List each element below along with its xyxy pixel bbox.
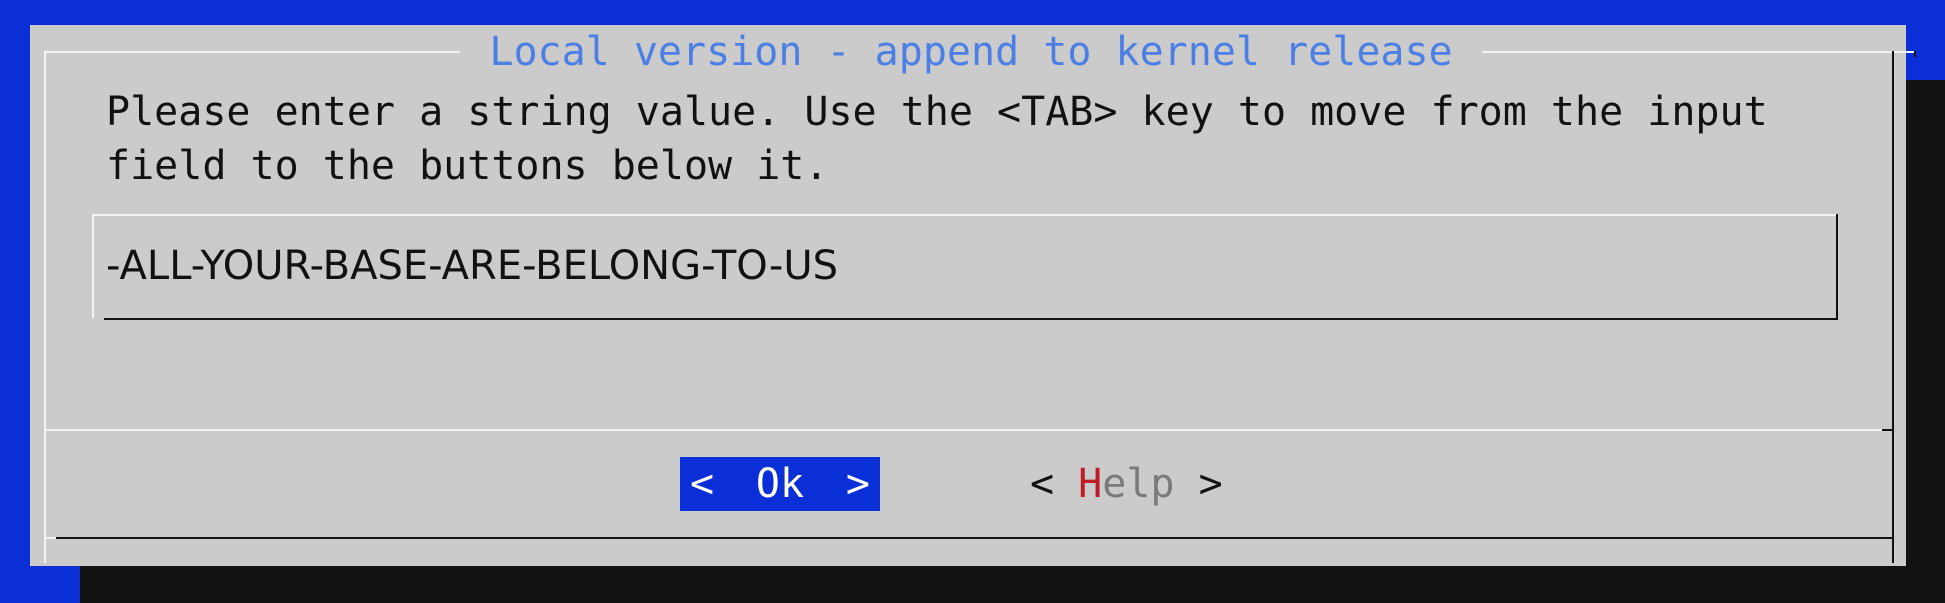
help-label-rest: elp: [1102, 461, 1175, 507]
help-button[interactable]: < Help >: [1030, 457, 1223, 511]
dialog-frame-bottom-left: [44, 537, 56, 539]
terminal-screen: Local version - append to kernel release…: [0, 0, 1945, 603]
ok-label: Ok: [755, 461, 805, 507]
separator-corner: [1882, 429, 1894, 431]
dialog-frame-corner: [1914, 51, 1916, 57]
ok-button[interactable]: < Ok >: [680, 457, 880, 511]
help-hotkey-letter: H: [1078, 461, 1103, 507]
dialog-frame-top-right: [1482, 51, 1914, 53]
dialog-frame-bottom: [56, 537, 1894, 539]
dialog-frame-top-left: [44, 51, 460, 53]
dialog-prompt-text: Please enter a string value. Use the <TA…: [106, 89, 1768, 189]
string-input-dialog: Local version - append to kernel release…: [30, 25, 1916, 566]
input-border-right: [1836, 214, 1838, 320]
help-right-bracket: >: [1174, 461, 1223, 507]
button-area-separator: [46, 429, 1892, 431]
dialog-shadow-bottom: [80, 566, 1945, 603]
dialog-frame-right: [1892, 51, 1894, 563]
input-border-left: [92, 214, 94, 318]
input-border-top: [92, 214, 1836, 216]
ok-right-bracket: >: [845, 461, 870, 507]
dialog-title: Local version - append to kernel release: [489, 29, 1453, 75]
input-border-bottom: [104, 318, 1838, 320]
string-input-field[interactable]: -ALL-YOUR-BASE-ARE-BELONG-TO-US: [92, 214, 1838, 320]
input-value-text[interactable]: -ALL-YOUR-BASE-ARE-BELONG-TO-US: [106, 242, 838, 290]
dialog-shadow-right: [1906, 80, 1945, 603]
ok-left-bracket: <: [690, 461, 715, 507]
help-left-bracket: <: [1030, 461, 1079, 507]
dialog-frame-left: [44, 51, 46, 563]
